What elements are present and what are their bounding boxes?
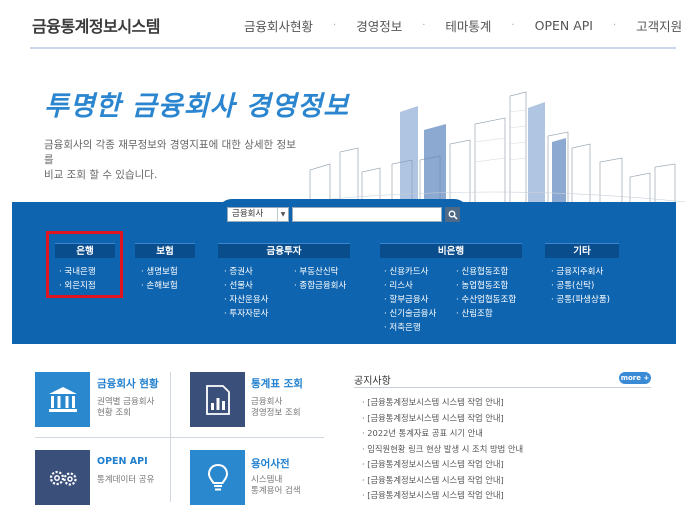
category-link-savings-bank[interactable]: · 저축은행 [384,321,456,335]
chevron-down-icon[interactable]: ▼ [277,208,288,221]
site-logo[interactable]: 금융통계정보시스템 [32,13,160,37]
category-columns: · 신용카드사 · 리스사 · 할부금융사 · 신기술금융사 · 저축은행 · … [380,258,522,335]
category-link-nonlife-insurance[interactable]: · 손해보험 [141,279,195,293]
notice-list: · [금융통계정보시스템 시스템 작업 안내] · [금융통계정보시스템 시스템… [362,395,523,504]
notice-more-button[interactable]: more + [619,372,651,384]
search-category-select[interactable]: 금융회사 ▼ [227,207,289,222]
category-list: · 금융지주회사 · 공통(신탁) · 공통(파생상품) [551,265,619,307]
notice-item[interactable]: · [금융통계정보시스템 시스템 작업 안내] [362,411,523,427]
notice-item[interactable]: · [금융통계정보시스템 시스템 작업 안내] [362,395,523,411]
nav-open-api[interactable]: OPEN API [535,18,593,33]
grid-divider [35,437,324,438]
header-divider [30,47,676,49]
bank-highlight-box [46,231,123,298]
category-list: · 신용카드사 · 리스사 · 할부금융사 · 신기술금융사 · 저축은행 [384,265,456,335]
box-desc-stat-table: 금융회사 경영정보 조회 [251,397,301,419]
nav-separator: · [511,20,515,31]
box-desc-glossary: 시스템내 통계용어 검색 [251,475,301,497]
lightbulb-icon [207,463,228,490]
category-etc: 기타 · 금융지주회사 · 공통(신탁) · 공통(파생상품) [545,243,619,307]
category-title: 기타 [545,243,619,258]
box-title-company-status[interactable]: 금융회사 현황 [97,376,159,391]
category-link-installment[interactable]: · 할부금융사 [384,293,456,307]
bank-building-icon [48,386,77,412]
box-title-stat-table[interactable]: 통계표 조회 [251,376,303,391]
nav-separator: · [612,20,617,31]
chart-document-icon [205,384,230,415]
category-link-holding-company[interactable]: · 금융지주회사 [551,265,619,279]
hero-desc-line: 금융회사의 각종 재무정보와 경영지표에 대한 상세한 정보를 [44,139,296,166]
box-desc-line: 통계데이터 공유 [97,475,155,485]
category-link-real-estate-trust[interactable]: · 부동산신탁 [294,265,346,279]
category-link-new-tech-finance[interactable]: · 신기술금융사 [384,307,456,321]
hero-desc-line: 비교 조회 할 수 있습니다. [44,169,158,181]
gears-icon [49,470,77,486]
city-skyline-illustration [300,91,686,202]
box-desc-company-status: 권역별 금융회사 현황 조회 [97,397,154,419]
nav-company-status[interactable]: 금융회사현황 [244,16,313,35]
box-desc-open-api: 통계데이터 공유 [97,475,154,486]
category-link-agri-coop[interactable]: · 농업협동조합 [456,279,516,293]
nav-customer-support[interactable]: 고객지원 [636,16,682,35]
category-link-merchant-bank[interactable]: · 종합금융회사 [294,279,346,293]
category-link-investment-advisory[interactable]: · 투자자문사 [224,307,294,321]
notice-title: 공지사항 [354,376,391,387]
box-desc-line: 금융회사 [251,397,283,407]
category-title: 금융투자 [218,243,350,258]
open-api-tile[interactable] [35,450,90,505]
category-link-securities[interactable]: · 증권사 [224,265,294,279]
category-link-common-derivatives[interactable]: · 공통(파생상품) [551,293,619,307]
notice-item[interactable]: · [금융통계정보시스템 시스템 작업 안내] [362,473,523,489]
box-desc-line: 통계용어 검색 [251,486,301,496]
category-list: · 증권사 · 선물사 · 자산운용사 · 투자자문사 [224,265,294,321]
hero-banner: 투명한 금융회사 경영정보 금융회사의 각종 재무정보와 경영지표에 대한 상세… [0,52,686,202]
main-nav: 금융회사현황 · 경영정보 · 테마통계 · OPEN API · 고객지원 [244,16,682,35]
category-columns: · 증권사 · 선물사 · 자산운용사 · 투자자문사 · 부동산신탁 · 종합… [218,258,350,321]
box-title-open-api[interactable]: OPEN API [97,456,148,467]
grid-divider [170,372,171,502]
category-link-credit-card[interactable]: · 신용카드사 [384,265,456,279]
stat-table-tile[interactable] [190,372,245,427]
hero-description: 금융회사의 각종 재무정보와 경영지표에 대한 상세한 정보를 비교 조회 할 … [44,138,304,183]
category-link-fisheries-coop[interactable]: · 수산업협동조합 [456,293,516,307]
nav-theme-stats[interactable]: 테마통계 [445,16,491,35]
search-input[interactable] [292,207,442,222]
category-nonbank: 비은행 · 신용카드사 · 리스사 · 할부금융사 · 신기술금융사 · 저축은… [380,243,522,335]
box-desc-line: 현황 조회 [97,408,131,418]
header: 금융통계정보시스템 금융회사현황 · 경영정보 · 테마통계 · OPEN AP… [0,0,686,50]
box-title-glossary[interactable]: 용어사전 [251,456,290,471]
category-link-asset-management[interactable]: · 자산운용사 [224,293,294,307]
category-link-credit-union[interactable]: · 신용협동조합 [456,265,516,279]
nav-separator: · [333,20,337,31]
search-bar: 금융회사 ▼ [227,207,460,222]
box-desc-line: 권역별 금융회사 [97,397,155,407]
category-investment: 금융투자 · 증권사 · 선물사 · 자산운용사 · 투자자문사 · 부동산신탁… [218,243,350,321]
category-title: 비은행 [380,243,522,258]
company-status-tile[interactable] [35,372,90,427]
notice-item[interactable]: · [금융통계정보시스템 시스템 작업 안내] [362,488,523,504]
category-list: · 부동산신탁 · 종합금융회사 [294,265,346,321]
category-link-forestry-coop[interactable]: · 산림조합 [456,307,516,321]
box-desc-line: 경영정보 조회 [251,408,301,418]
box-desc-line: 시스템내 [251,475,283,485]
category-link-common-trust[interactable]: · 공통(신탁) [551,279,619,293]
category-link-life-insurance[interactable]: · 생명보험 [141,265,195,279]
category-list: · 신용협동조합 · 농업협동조합 · 수산업협동조합 · 산림조합 [456,265,516,335]
notice-item[interactable]: · [금융통계정보시스템 시스템 작업 안내] [362,457,523,473]
notice-item[interactable]: · 임직원현황 링크 현상 발생 시 조치 방법 안내 [362,442,523,458]
category-insurance: 보험 · 생명보험 · 손해보험 [135,243,195,293]
category-link-futures[interactable]: · 선물사 [224,279,294,293]
glossary-tile[interactable] [190,450,245,505]
notice-divider [354,387,651,388]
nav-management-info[interactable]: 경영정보 [356,16,402,35]
category-title: 보험 [135,243,195,258]
category-link-lease[interactable]: · 리스사 [384,279,456,293]
search-select-value: 금융회사 [232,209,264,219]
nav-separator: · [422,20,426,31]
category-list: · 생명보험 · 손해보험 [141,265,195,293]
search-button[interactable] [445,207,460,222]
notice-item[interactable]: · 2022년 통계자료 공표 시기 안내 [362,426,523,442]
search-icon [448,210,458,220]
